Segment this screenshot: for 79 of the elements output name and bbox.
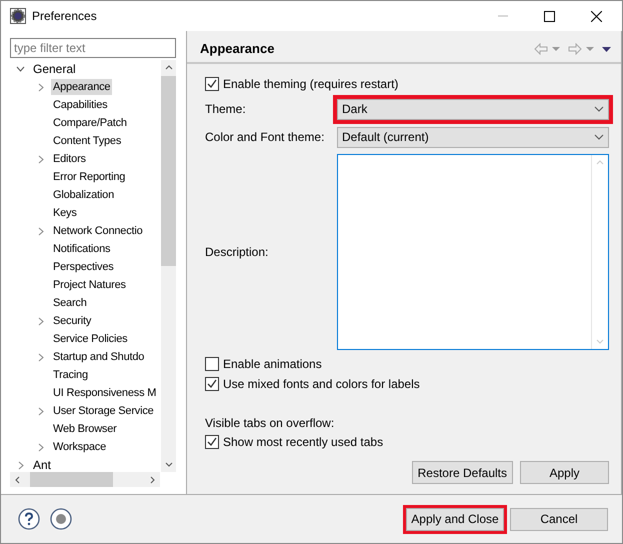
chevron-right-icon[interactable] [38,442,44,452]
tree-item[interactable]: Appearance [51,78,112,96]
tree-item[interactable]: Notifications [51,240,112,258]
filter-field[interactable]: type filter text [10,38,176,58]
tree-item[interactable]: Tracing [51,366,90,384]
dropdown-icon[interactable] [586,47,594,51]
tree-item[interactable]: Workspace [51,438,108,456]
tree-item[interactable]: Network Connectio [51,222,145,240]
minimize-icon[interactable] [498,15,508,17]
tree-item[interactable]: General [31,60,78,78]
chevron-right-icon[interactable] [38,316,44,326]
tree-item[interactable]: Search [51,294,89,312]
chevron-right-icon[interactable] [38,352,44,362]
tree-item[interactable]: Web Browser [51,420,119,438]
back-arrow-icon[interactable] [534,43,548,55]
app-icon [10,8,26,24]
checkbox[interactable] [205,77,219,91]
scrollbar-thumb[interactable] [30,472,113,487]
combo-value: Dark [342,101,368,118]
chevron-right-icon[interactable] [18,460,24,470]
forward-arrow-icon[interactable] [568,43,582,55]
horizontal-scrollbar[interactable] [10,472,160,487]
tree-item[interactable]: Capabilities [51,96,110,114]
section-label: Visible tabs on overflow: [205,415,336,432]
tree-item[interactable]: Security [51,312,94,330]
tree-item[interactable]: Compare/Patch [51,114,129,132]
combo-value: Default (current) [342,129,429,146]
tree-item[interactable]: Editors [51,150,88,168]
tree-item[interactable]: Globalization [51,186,116,204]
close-icon[interactable] [591,10,602,22]
page-title: Appearance [200,40,274,58]
chevron-down-icon [594,134,604,140]
chevron-right-icon[interactable] [38,226,44,236]
help-icon[interactable] [18,508,40,530]
window-title: Preferences [32,8,97,25]
checkbox[interactable] [205,435,219,449]
dropdown-icon[interactable] [552,47,560,51]
tree-item[interactable]: Ant [31,456,54,472]
check-icon [207,379,217,389]
scroll-up-icon[interactable] [164,65,172,70]
check-icon [207,79,217,89]
vertical-scrollbar[interactable] [161,60,176,472]
checkbox-label: Show most recently used tabs [223,434,384,451]
checkbox[interactable] [205,357,219,371]
chevron-right-icon[interactable] [38,82,44,92]
checkbox-label: Enable theming (requires restart) [223,76,398,93]
tree-item[interactable]: UI Responsiveness M [51,384,158,402]
tree-item[interactable]: Startup and Shutdo [51,348,146,366]
scroll-up-icon [596,160,604,165]
scroll-down-icon[interactable] [164,462,172,467]
scroll-right-icon[interactable] [150,476,155,484]
tree-item[interactable]: User Storage Service [51,402,156,420]
tree-item[interactable]: Error Reporting [51,168,128,186]
dialog-button[interactable]: Cancel [510,508,608,530]
page-button[interactable]: Restore Defaults [412,461,513,484]
chevron-down-icon [594,106,604,112]
chevron-down-icon[interactable] [16,66,25,72]
tree-item[interactable]: Perspectives [51,258,116,276]
tree-item[interactable]: Service Policies [51,330,130,348]
maximize-icon[interactable] [544,10,555,22]
menu-icon[interactable] [602,46,611,52]
tree-item[interactable]: Keys [51,204,79,222]
field-label: Theme: [205,101,247,118]
checkbox[interactable] [205,377,219,391]
tree-item[interactable]: Project Natures [51,276,128,294]
scrollbar-thumb[interactable] [161,76,176,266]
chevron-right-icon[interactable] [38,406,44,416]
field-label: Description: [205,244,270,261]
checkbox-label: Enable animations [223,356,322,373]
page-button[interactable]: Apply [520,461,609,484]
checkbox-label: Use mixed fonts and colors for labels [223,376,420,393]
scroll-left-icon[interactable] [15,476,20,484]
tree-item[interactable]: Content Types [51,132,124,150]
combo-box[interactable]: Default (current) [337,126,609,148]
scroll-down-icon [596,339,604,344]
record-icon[interactable] [50,508,72,530]
check-icon [207,437,217,447]
field-label: Color and Font theme: [205,129,326,146]
chevron-right-icon[interactable] [38,154,44,164]
